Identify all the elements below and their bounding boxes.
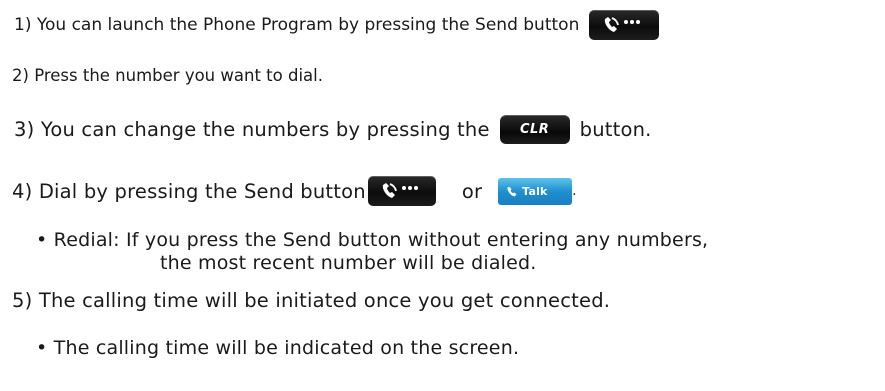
- calling-time-bullet-text: • The calling time will be indicated on …: [36, 337, 520, 359]
- talk-button-label: Talk: [522, 184, 548, 198]
- step-5-number: 5): [12, 289, 33, 312]
- step-3-number: 3): [14, 118, 35, 141]
- step-4-period: .: [572, 183, 577, 199]
- calling-time-bullet: • The calling time will be indicated on …: [36, 337, 519, 359]
- step-4: 4) Dial by pressing the Send button or T…: [12, 176, 577, 206]
- step-4-or: or: [461, 179, 483, 203]
- step-1: 1) You can launch the Phone Program by p…: [14, 10, 660, 40]
- step-1-text: You can launch the Phone Program by pres…: [36, 15, 580, 35]
- step-3: 3) You can change the numbers by pressin…: [14, 115, 652, 144]
- step-1-number: 1): [14, 15, 32, 35]
- step-2-number: 2): [12, 66, 29, 85]
- phone-send-icon: [380, 181, 424, 201]
- send-button-2: [367, 176, 436, 206]
- step-5-text: The calling time will be initiated once …: [38, 289, 611, 312]
- step-4-number: 4): [12, 179, 33, 203]
- step-2-text: Press the number you want to dial.: [34, 66, 323, 85]
- clr-button: CLR: [499, 115, 570, 144]
- phone-send-icon: [602, 15, 646, 35]
- step-2: 2) Press the number you want to dial.: [12, 66, 323, 85]
- redial-bullet-line1: • Redial: If you press the Send button w…: [36, 229, 709, 251]
- step-3-text-before: You can change the numbers by pressing t…: [40, 118, 490, 141]
- step-4-text-before: Dial by pressing the Send button: [38, 179, 366, 203]
- step-5: 5) The calling time will be initiated on…: [12, 289, 610, 312]
- send-button: [589, 10, 660, 40]
- clr-button-label: CLR: [519, 122, 550, 137]
- redial-bullet: • Redial: If you press the Send button w…: [36, 229, 708, 251]
- redial-bullet-line2: the most recent number will be dialed.: [160, 252, 537, 274]
- step-3-text-after: button.: [579, 118, 652, 141]
- talk-button: Talk: [498, 177, 573, 205]
- handset-icon: [506, 180, 518, 203]
